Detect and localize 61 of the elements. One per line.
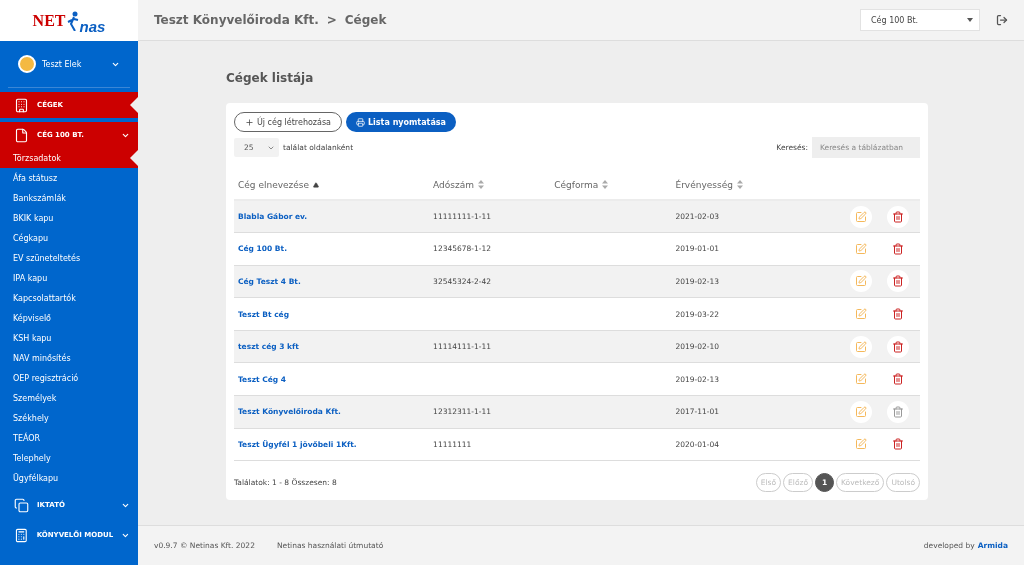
avatar [18,55,36,73]
file-icon [14,127,29,143]
trash-icon [892,340,904,353]
delete-button[interactable] [887,335,909,358]
trash-icon [892,373,904,386]
trash-icon [892,405,904,418]
trash-icon [892,242,904,255]
breadcrumb-separator: > [326,13,337,27]
company-select[interactable]: Cég 100 Bt. [860,9,980,31]
edit-icon [855,210,868,223]
user-menu[interactable]: Teszt Elek [8,41,130,88]
submenu-item[interactable]: Cégkapu [0,228,138,248]
edit-icon [855,308,868,321]
submenu-item[interactable]: TEÁOR [0,428,138,448]
trash-icon [892,438,904,451]
submenu-item[interactable]: NAV minősítés [0,348,138,368]
submenu-item[interactable]: Kapcsolattartók [0,288,138,308]
submenu-item[interactable]: IPA kapu [0,268,138,288]
edit-icon [855,275,868,288]
submenu-item[interactable]: Törzsadatok [0,148,138,168]
submenu-item[interactable]: Székhely [0,408,138,428]
submenu-item[interactable]: Telephely [0,448,138,468]
edit-icon [855,438,868,451]
edit-button[interactable] [850,270,873,293]
trash-icon [892,210,904,223]
edit-icon [855,242,868,255]
submenu-item[interactable]: EV szüneteltetés [0,248,138,268]
copy-icon [14,497,29,513]
submenu-item[interactable]: KSH kapu [0,328,138,348]
active-pointer [130,150,138,166]
submenu-item[interactable]: Képviselő [0,308,138,328]
active-pointer [130,97,138,113]
breadcrumb-item: Cégek [344,13,387,27]
edit-icon [855,373,868,386]
submenu-item[interactable]: BKIK kapu [0,208,138,228]
breadcrumb-item[interactable]: Teszt Könyvelőiroda Kft. [154,13,319,27]
edit-button[interactable] [850,400,873,423]
building-icon [14,97,29,113]
printer-icon [356,117,365,127]
delete-button[interactable] [887,270,909,293]
user-name: Teszt Elek [42,59,83,69]
new-company-button[interactable]: Új cég létrehozása [234,112,342,132]
edit-button[interactable] [850,335,873,358]
submenu-item[interactable]: Ügyfélkapu [0,468,138,488]
logout-icon[interactable] [996,14,1008,26]
submenu-item[interactable]: OEP regisztráció [0,368,138,388]
logo: NET nas [0,0,138,41]
caret-icon [967,18,973,22]
edit-icon [855,340,868,353]
edit-icon [855,405,868,418]
submenu-item[interactable]: Áfa státusz [0,168,138,188]
print-button[interactable]: Lista nyomtatása [346,112,456,132]
submenu-item[interactable]: Személyek [0,388,138,408]
delete-button[interactable] [887,205,909,228]
calculator-icon [14,527,29,543]
page-title: Cégek listája [226,71,315,85]
plus-icon [245,117,254,127]
edit-button[interactable] [850,205,873,228]
submenu-item[interactable]: Bankszámlák [0,188,138,208]
trash-icon [892,308,904,321]
trash-icon [892,275,904,288]
